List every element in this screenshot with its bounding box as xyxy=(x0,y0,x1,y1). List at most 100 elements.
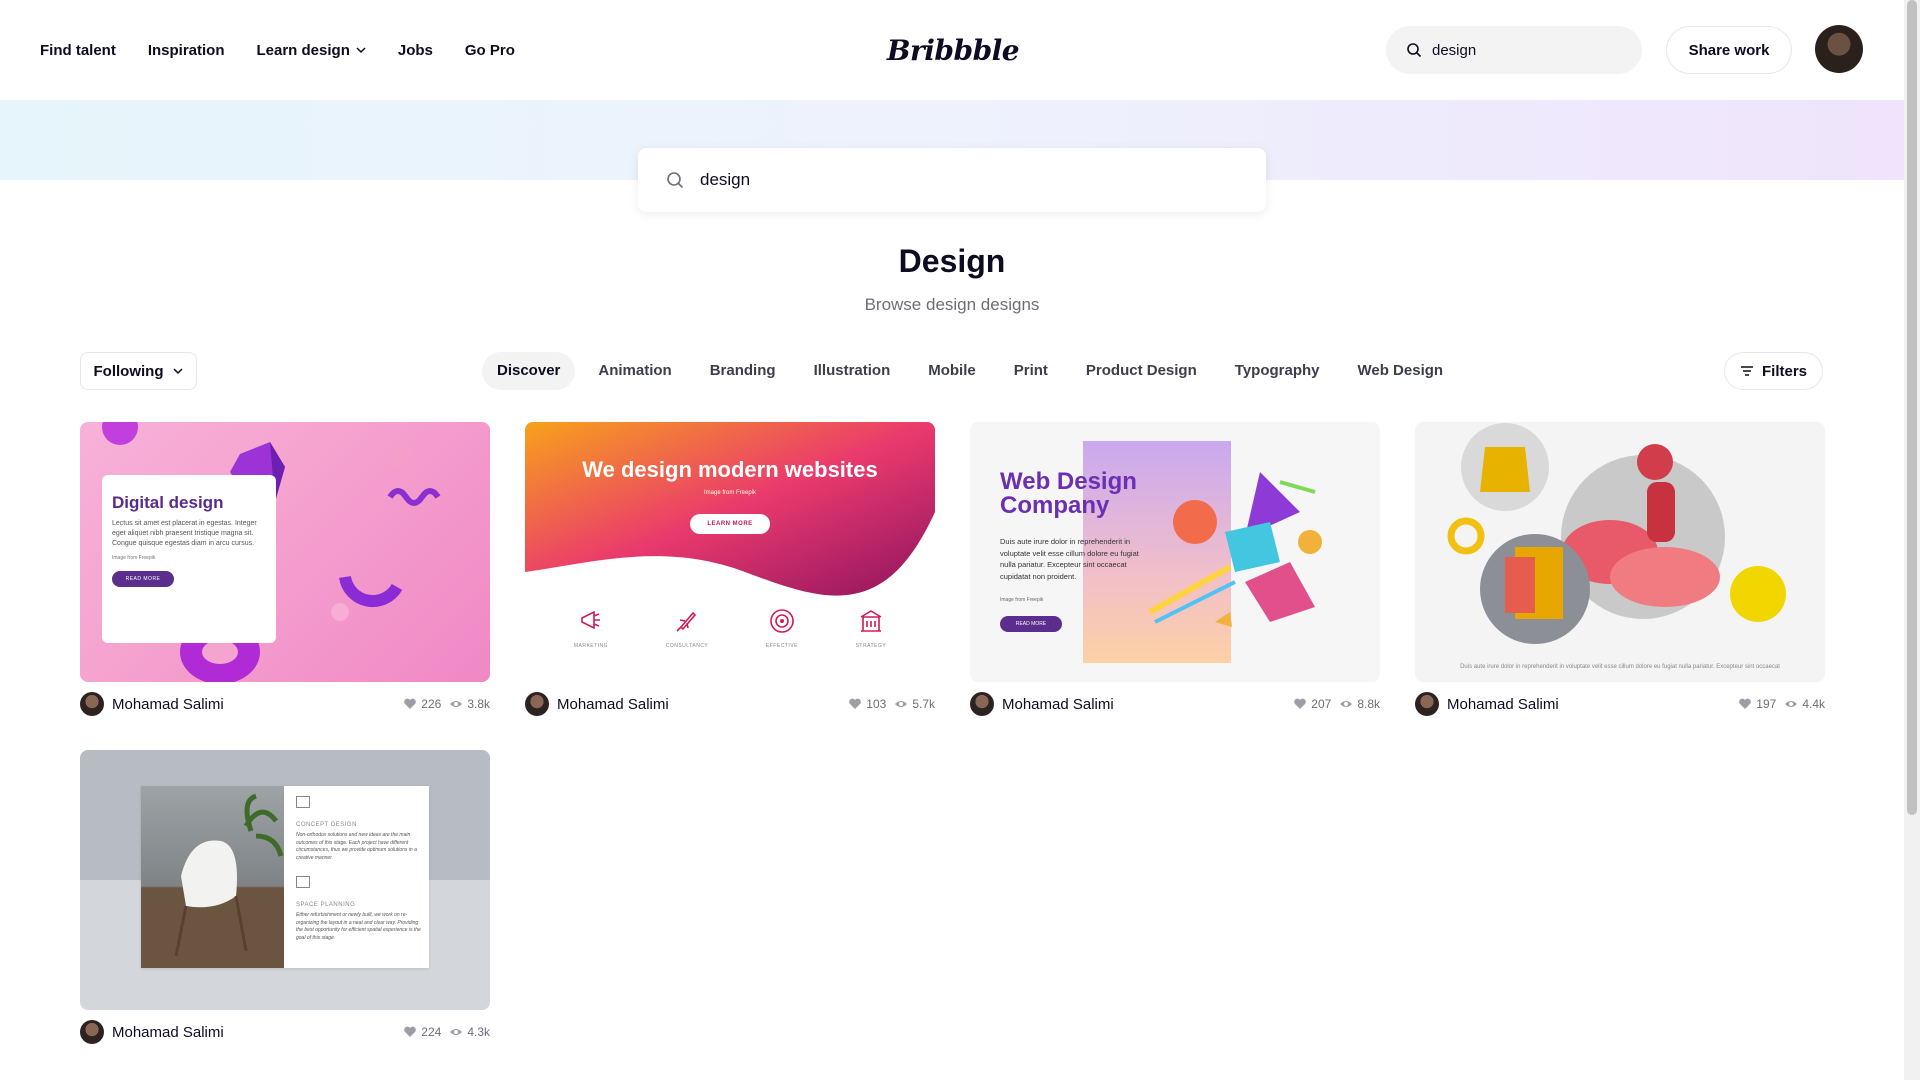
art-text: CONCEPT DESIGN Non-orthodox solutions an… xyxy=(296,796,421,942)
shot-card[interactable]: We design modern websites Image from Fre… xyxy=(525,422,935,716)
filter-icon xyxy=(1740,366,1753,376)
author-avatar[interactable] xyxy=(525,692,549,716)
logo-text: Bribbble xyxy=(886,33,1020,67)
header-search[interactable] xyxy=(1386,26,1642,74)
art-body: Non-orthodox solutions and new ideas are… xyxy=(296,832,417,861)
heart-icon xyxy=(404,698,417,709)
likes-value: 197 xyxy=(1756,697,1777,711)
shot-card[interactable]: Web Design Company Duis aute irure dolor… xyxy=(970,422,1380,716)
share-work-button[interactable]: Share work xyxy=(1666,26,1792,74)
art-source: Image from Freepik xyxy=(1000,597,1044,603)
hero-search[interactable] xyxy=(638,148,1266,212)
author-avatar[interactable] xyxy=(1415,692,1439,716)
hero-search-input[interactable] xyxy=(700,170,1220,190)
art-title: Web Design Company xyxy=(1000,468,1137,519)
tab-mobile[interactable]: Mobile xyxy=(913,352,991,390)
author-name[interactable]: Mohamad Salimi xyxy=(112,696,395,713)
shot-thumbnail[interactable]: We design modern websites Image from Fre… xyxy=(525,422,935,682)
nav-label: Learn design xyxy=(256,41,350,59)
nav-inspiration[interactable]: Inspiration xyxy=(148,42,225,59)
shot-card[interactable]: CONCEPT DESIGN Non-orthodox solutions an… xyxy=(80,750,490,1044)
views-count: 3.8k xyxy=(449,697,490,711)
art-button: LEARN MORE xyxy=(690,514,770,534)
eye-icon xyxy=(450,701,463,707)
effective-art-item: EFFECTIVE xyxy=(766,607,798,649)
filters-button[interactable]: Filters xyxy=(1724,352,1823,390)
author-name[interactable]: Mohamad Salimi xyxy=(557,696,840,713)
views-value: 3.8k xyxy=(467,697,490,711)
following-dropdown[interactable]: Following xyxy=(80,352,197,390)
views-value: 4.3k xyxy=(467,1025,490,1039)
nav-jobs[interactable]: Jobs xyxy=(398,42,433,59)
author-avatar[interactable] xyxy=(80,1020,104,1044)
likes-count[interactable]: 226 xyxy=(403,697,441,711)
shot-meta: Mohamad Salimi 224 4.3k xyxy=(80,1020,490,1044)
site-logo[interactable]: Bribbble xyxy=(887,30,1020,70)
art-body: Duis aute irure dolor in reprehenderit i… xyxy=(1000,537,1139,581)
chevron-down-icon xyxy=(356,47,366,54)
art-button: READ MORE xyxy=(1000,616,1062,632)
nav-learn-design[interactable]: Learn design xyxy=(257,42,366,59)
tab-print[interactable]: Print xyxy=(999,352,1063,390)
header-search-input[interactable] xyxy=(1432,41,1622,59)
tab-web-design[interactable]: Web Design xyxy=(1343,352,1459,390)
tab-illustration[interactable]: Illustration xyxy=(799,352,906,390)
author-name[interactable]: Mohamad Salimi xyxy=(112,1024,395,1041)
tab-animation[interactable]: Animation xyxy=(583,352,686,390)
author-name[interactable]: Mohamad Salimi xyxy=(1447,696,1730,713)
eye-icon xyxy=(895,701,908,707)
tab-branding[interactable]: Branding xyxy=(695,352,791,390)
shot-thumbnail[interactable]: Digital design Lectus sit amet est place… xyxy=(80,422,490,682)
icon-caption: EFFECTIVE xyxy=(765,643,798,649)
tab-typography[interactable]: Typography xyxy=(1220,352,1335,390)
art-title: We design modern websites xyxy=(582,457,878,482)
likes-value: 207 xyxy=(1311,697,1332,711)
site-header: Find talent Inspiration Learn design Job… xyxy=(0,0,1904,100)
building-icon xyxy=(860,610,882,632)
nav-find-talent[interactable]: Find talent xyxy=(40,42,116,59)
views-count: 4.4k xyxy=(1784,697,1825,711)
category-tabs: Discover Animation Branding Illustration… xyxy=(482,352,1458,390)
page-subtitle: Browse design designs xyxy=(864,295,1040,314)
filters-label: Filters xyxy=(1761,362,1807,380)
author-name[interactable]: Mohamad Salimi xyxy=(1002,696,1285,713)
likes-count[interactable]: 103 xyxy=(848,697,886,711)
shot-meta: Mohamad Salimi 103 5.7k xyxy=(525,692,935,716)
chair-illustration xyxy=(174,793,284,957)
shot-thumbnail[interactable]: Duis aute irure dolor in reprehenderit i… xyxy=(1415,422,1825,682)
scrollbar-thumb[interactable] xyxy=(1907,0,1917,815)
shot-card[interactable]: Digital design Lectus sit amet est place… xyxy=(80,422,490,716)
strategy-art-item: STRATEGY xyxy=(856,607,887,649)
art-frame: CONCEPT DESIGN Non-orthodox solutions an… xyxy=(141,786,429,968)
nav-label: Inspiration xyxy=(147,41,225,59)
nav-go-pro[interactable]: Go Pro xyxy=(465,42,515,59)
page-scrollbar[interactable] xyxy=(1904,0,1920,1080)
megaphone-icon xyxy=(581,610,600,630)
likes-count[interactable]: 224 xyxy=(403,1025,441,1039)
shot-card[interactable]: Duis aute irure dolor in reprehenderit i… xyxy=(1415,422,1825,716)
views-value: 5.7k xyxy=(912,697,935,711)
author-avatar[interactable] xyxy=(80,692,104,716)
likes-value: 224 xyxy=(421,1025,442,1039)
art-heading: CONCEPT DESIGN xyxy=(296,822,357,828)
nav-label: Go Pro xyxy=(464,41,515,59)
rocket-icon xyxy=(676,611,697,632)
likes-count[interactable]: 197 xyxy=(1738,697,1776,711)
author-avatar[interactable] xyxy=(970,692,994,716)
art-body: Lectus sit amet est placerat in egestas.… xyxy=(112,520,257,548)
art-icons: MARKETING CONSULTANCY EFFECTIVE STRATEGY xyxy=(545,607,915,649)
art-card: Digital design Lectus sit amet est place… xyxy=(102,475,276,643)
tab-product-design[interactable]: Product Design xyxy=(1071,352,1212,390)
art-caption: Duis aute irure dolor in reprehenderit i… xyxy=(1460,664,1780,670)
art-source: Image from Freepik xyxy=(112,555,156,562)
user-avatar[interactable] xyxy=(1815,25,1863,73)
shot-thumbnail[interactable]: Web Design Company Duis aute irure dolor… xyxy=(970,422,1380,682)
shot-thumbnail[interactable]: CONCEPT DESIGN Non-orthodox solutions an… xyxy=(80,750,490,1010)
tab-discover[interactable]: Discover xyxy=(482,352,576,390)
likes-count[interactable]: 207 xyxy=(1293,697,1331,711)
art-button: READ MORE xyxy=(112,571,174,588)
heart-icon xyxy=(1294,698,1307,709)
heart-icon xyxy=(1739,698,1752,709)
likes-value: 226 xyxy=(421,697,442,711)
art-source: Image from Freepik xyxy=(703,490,757,496)
